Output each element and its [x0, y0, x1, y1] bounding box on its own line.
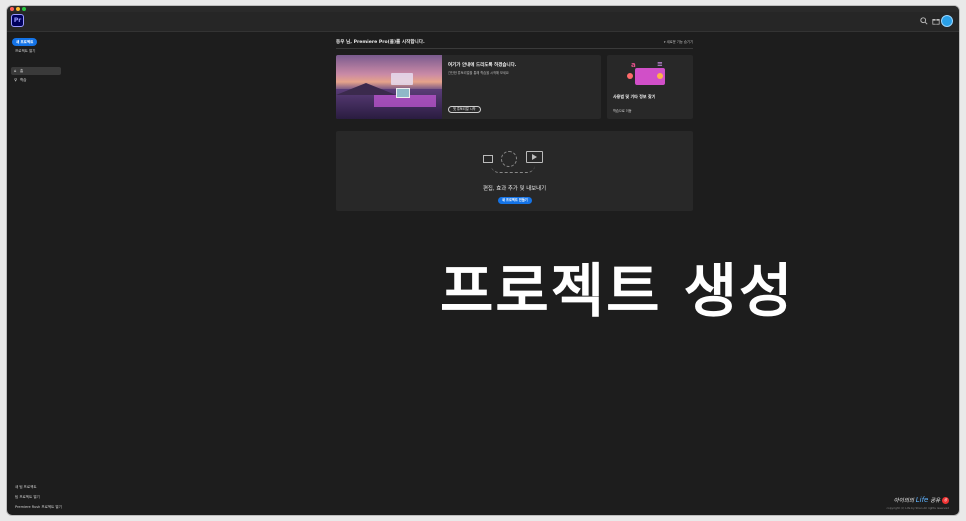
- create-project-card: 편집, 효과 추가 및 내보내기 새 프로젝트 만들기: [336, 131, 693, 211]
- divider: [336, 48, 693, 49]
- create-new-project-button[interactable]: 새 프로젝트 만들기: [498, 197, 532, 204]
- zoom-window-button[interactable]: [22, 7, 26, 11]
- sidebar: 새 프로젝트 프로젝트 열기 ⌂ 홈 ♀ 학습 새 팀 프로젝트 팀 프로젝트 …: [7, 33, 67, 515]
- tour-card: 여기가 안내에 드리도록 하겠습니다. 간단한 튜토리얼을 통해 학습을 시작해…: [336, 55, 601, 119]
- gift-icon[interactable]: [931, 16, 941, 26]
- overlay-caption: 프로젝트 생성: [440, 257, 795, 325]
- create-illustration: [481, 147, 547, 177]
- resources-card-title: 사용법 및 기타 정보 찾기: [613, 94, 656, 99]
- tour-card-subtitle: 간단한 튜토리얼을 통해 학습을 시작해 보세요: [448, 71, 509, 75]
- sidebar-item-home[interactable]: ⌂ 홈: [11, 67, 61, 75]
- new-team-project-link[interactable]: 새 팀 프로젝트: [15, 485, 37, 490]
- tour-card-image: [336, 55, 442, 119]
- tour-card-title: 여기가 안내에 드리도록 하겠습니다.: [448, 63, 517, 68]
- start-tutorial-button[interactable]: 첫 튜토리얼 시작: [448, 106, 481, 113]
- play-icon: [532, 154, 537, 160]
- minimize-window-button[interactable]: [16, 7, 20, 11]
- avatar[interactable]: [941, 15, 953, 27]
- sidebar-item-label: 홈: [20, 69, 24, 73]
- sidebar-item-learn[interactable]: ♀ 학습: [11, 76, 61, 84]
- home-icon: ⌂: [14, 68, 17, 73]
- new-project-button[interactable]: 새 프로젝트: [12, 38, 38, 46]
- premiere-logo: Pr: [11, 14, 24, 27]
- resources-illustration: a ≡: [627, 60, 673, 89]
- open-team-project-link[interactable]: 팀 프로젝트 열기: [15, 495, 40, 500]
- welcome-heading: 동우 님, Premiere Pro(을)를 시작합니다.: [336, 40, 425, 45]
- open-rush-project-link[interactable]: Premiere Rush 프로젝트 열기: [15, 505, 62, 510]
- app-header: Pr: [7, 12, 959, 32]
- close-window-button[interactable]: [10, 7, 14, 11]
- hide-whats-new-toggle[interactable]: ▾ 새로운 기능 숨기기: [664, 39, 693, 44]
- go-to-learn-link[interactable]: 학습으로 이동: [613, 108, 632, 113]
- watermark: 아이의의 Life 공유 공 copyright (c) Life by Sha…: [886, 496, 949, 510]
- search-icon[interactable]: [919, 16, 929, 26]
- watermark-badge: 공: [942, 497, 949, 504]
- create-card-title: 편집, 효과 추가 및 내보내기: [482, 186, 547, 192]
- resources-card: a ≡ 사용법 및 기타 정보 찾기 학습으로 이동: [607, 55, 693, 119]
- sidebar-item-label: 학습: [20, 78, 27, 82]
- open-project-link[interactable]: 프로젝트 열기: [15, 49, 35, 54]
- learn-icon: ♀: [14, 77, 17, 82]
- film-icon: [483, 155, 493, 163]
